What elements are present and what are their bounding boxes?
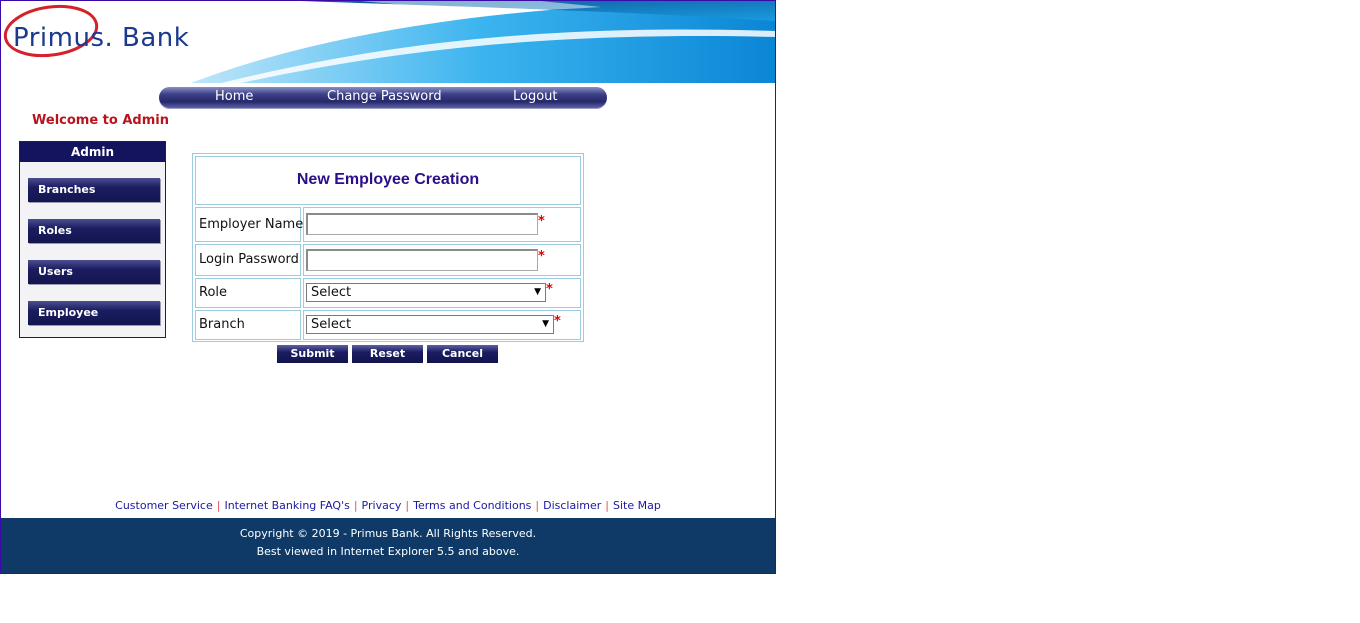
sidebar-title: Admin (20, 142, 165, 162)
footer-separator: | (353, 499, 358, 512)
footer-link-faq[interactable]: Internet Banking FAQ's (224, 499, 349, 512)
page-frame: Primus. Bank Home Change Password Logout… (0, 0, 776, 574)
role-label-cell: Role (195, 278, 301, 308)
sidebar-item-roles[interactable]: Roles (28, 219, 160, 243)
nav-logout-link[interactable]: Logout (513, 89, 558, 104)
submit-button[interactable]: Submit (277, 345, 348, 363)
nav-home-link[interactable]: Home (215, 89, 253, 104)
employer-name-label: Employer Name (199, 217, 304, 232)
employee-form-table: New Employee Creation Employer Name * Lo… (192, 153, 584, 342)
login-password-input-cell: * (303, 244, 581, 276)
nav-change-password-link[interactable]: Change Password (327, 89, 442, 104)
branch-label: Branch (199, 317, 245, 332)
required-marker: * (546, 282, 553, 297)
footer-link-disclaimer[interactable]: Disclaimer (543, 499, 601, 512)
top-nav-bar: Home Change Password Logout (159, 87, 607, 108)
login-password-input[interactable] (306, 249, 538, 271)
footer-link-privacy[interactable]: Privacy (362, 499, 402, 512)
browser-note-text: Best viewed in Internet Explorer 5.5 and… (256, 545, 520, 558)
sidebar-item-employee[interactable]: Employee (28, 301, 160, 325)
form-title: New Employee Creation (296, 171, 480, 188)
reset-button[interactable]: Reset (352, 345, 423, 363)
role-label: Role (199, 285, 228, 300)
copyright-text: Copyright © 2019 - Primus Bank. All Righ… (239, 527, 537, 540)
branch-select[interactable]: Select ▼ (306, 315, 554, 334)
welcome-message: Welcome to Admin (32, 113, 169, 128)
footer-separator: | (535, 499, 540, 512)
role-select-cell: Select ▼ * (303, 278, 581, 308)
required-marker: * (538, 249, 545, 264)
login-password-label: Login Password (199, 252, 299, 267)
footer-bar: Copyright © 2019 - Primus Bank. All Righ… (1, 518, 775, 573)
chevron-down-icon: ▼ (542, 319, 549, 329)
login-password-label-cell: Login Password (195, 244, 301, 276)
header-banner: Primus. Bank (1, 1, 775, 83)
employer-name-label-cell: Employer Name (195, 207, 304, 242)
employer-name-input-cell: * (303, 207, 581, 242)
footer-separator: | (216, 499, 221, 512)
footer-link-site-map[interactable]: Site Map (613, 499, 661, 512)
footer-link-customer-service[interactable]: Customer Service (115, 499, 213, 512)
role-select[interactable]: Select ▼ (306, 283, 546, 302)
form-title-cell: New Employee Creation (195, 156, 581, 205)
cancel-button[interactable]: Cancel (427, 345, 498, 363)
required-marker: * (538, 214, 545, 229)
sidebar-item-users[interactable]: Users (28, 260, 160, 284)
branch-select-value: Select (311, 317, 352, 332)
role-select-value: Select (311, 285, 352, 300)
footer-separator: | (605, 499, 610, 512)
branch-label-cell: Branch (195, 310, 301, 340)
footer-link-terms[interactable]: Terms and Conditions (413, 499, 531, 512)
chevron-down-icon: ▼ (534, 287, 541, 297)
footer-separator: | (405, 499, 410, 512)
branch-select-cell: Select ▼ * (303, 310, 581, 340)
required-marker: * (554, 314, 561, 329)
bank-logo: Primus. Bank (13, 23, 190, 53)
employer-name-input[interactable] (306, 213, 538, 235)
sidebar-item-branches[interactable]: Branches (28, 178, 160, 202)
admin-sidebar: Admin Branches Roles Users Employee (19, 141, 166, 338)
footer-links: Customer Service | Internet Banking FAQ's |… (1, 499, 775, 512)
